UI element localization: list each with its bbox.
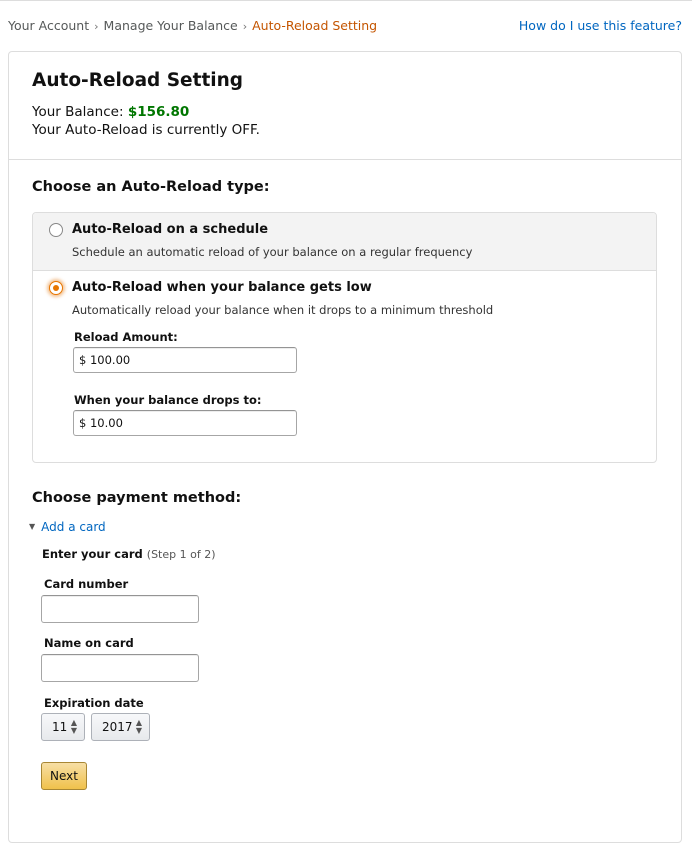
balance-amount: $156.80 (127, 104, 190, 120)
name-on-card-label: Name on card (44, 636, 134, 650)
page-title: Auto-Reload Setting (32, 70, 244, 91)
option-low-balance-desc: Automatically reload your balance when i… (72, 303, 494, 317)
auto-reload-card: Auto-Reload Setting Your Balance: $156.8… (8, 51, 682, 843)
option-schedule-title: Auto-Reload on a schedule (72, 222, 269, 237)
card-header: Auto-Reload Setting Your Balance: $156.8… (9, 52, 681, 160)
exp-month-select[interactable]: 11 ▲ ▼ (41, 713, 85, 741)
exp-month-value: 11 (52, 720, 68, 734)
breadcrumb-your-account[interactable]: Your Account (8, 18, 89, 33)
threshold-input[interactable] (73, 410, 297, 436)
balance-label: Your Balance: (32, 104, 124, 120)
card-number-input[interactable] (41, 595, 199, 623)
payment-method-heading: Choose payment method: (32, 490, 242, 506)
select-arrows-icon: ▲ ▼ (70, 718, 77, 735)
reload-type-heading: Choose an Auto-Reload type: (32, 179, 270, 195)
breadcrumb-current: Auto-Reload Setting (252, 18, 378, 33)
exp-year-select[interactable]: 2017 ▲ ▼ (91, 713, 150, 741)
reload-amount-label: Reload Amount: (74, 330, 178, 344)
breadcrumb-manage-balance[interactable]: Manage Your Balance (104, 18, 238, 33)
help-link[interactable]: How do I use this feature? (519, 18, 682, 33)
option-schedule-desc: Schedule an automatic reload of your bal… (72, 245, 473, 259)
select-arrows-icon: ▲ ▼ (135, 718, 142, 735)
caret-down-icon: ▼ (29, 522, 36, 531)
exp-year-value: 2017 (102, 720, 133, 734)
add-card-label: Add a card (41, 520, 106, 534)
name-on-card-input[interactable] (41, 654, 199, 682)
breadcrumb: Your Account › Manage Your Balance › Auto-Re… (8, 18, 377, 33)
next-button[interactable]: Next (41, 762, 87, 790)
enter-card-label: Enter your card (42, 547, 143, 561)
radio-low-balance[interactable] (49, 281, 63, 295)
add-card-toggle[interactable]: ▼ Add a card (29, 520, 106, 534)
enter-card-heading: Enter your card (Step 1 of 2) (42, 547, 216, 561)
card-number-label: Card number (44, 577, 129, 591)
threshold-label: When your balance drops to: (74, 393, 262, 407)
option-schedule[interactable]: Auto-Reload on a schedule Schedule an au… (33, 213, 656, 271)
breadcrumb-separator: › (242, 20, 248, 33)
option-low-balance-title: Auto-Reload when your balance gets low (72, 280, 372, 295)
reload-type-options: Auto-Reload on a schedule Schedule an au… (32, 212, 657, 463)
auto-reload-status: Your Auto-Reload is currently OFF. (32, 122, 260, 138)
radio-schedule[interactable] (49, 223, 63, 237)
top-divider (0, 0, 692, 1)
balance-line: Your Balance: $156.80 (32, 103, 658, 121)
step-indicator: (Step 1 of 2) (146, 548, 216, 561)
breadcrumb-separator: › (94, 20, 99, 33)
expiration-label: Expiration date (44, 696, 144, 710)
reload-amount-input[interactable] (73, 347, 297, 373)
